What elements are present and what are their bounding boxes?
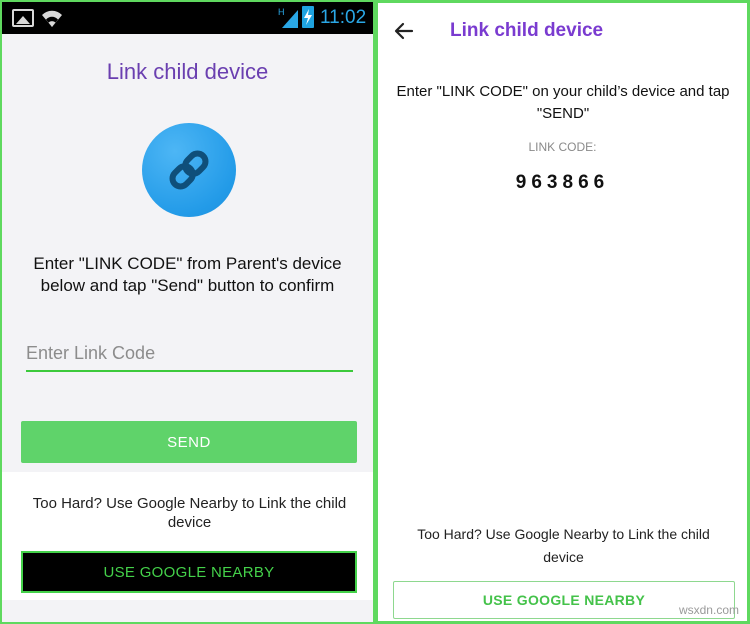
- bottom-strip: [2, 600, 373, 622]
- bottom-panel: Too Hard? Use Google Nearby to Link the …: [2, 472, 373, 622]
- page-title: Link child device: [106, 59, 269, 84]
- status-time: 11:02: [320, 7, 367, 28]
- watermark: wsxdn.com: [678, 603, 739, 617]
- right-phone-screen: Link child device Enter "LINK CODE" on y…: [375, 0, 750, 624]
- use-google-nearby-button[interactable]: USE GOOGLE NEARBY: [21, 551, 357, 593]
- link-code-label: LINK CODE:: [528, 140, 597, 154]
- send-button[interactable]: SEND: [21, 421, 357, 463]
- page-title: Link child device: [450, 20, 604, 41]
- instructions-text: Enter "LINK CODE" from Parent's device b…: [33, 254, 342, 295]
- image-icon: [12, 9, 34, 27]
- signal-icon: H: [278, 7, 298, 28]
- arrow-left-icon[interactable]: [392, 19, 416, 43]
- status-bar: H 11:02: [2, 2, 373, 34]
- link-icon: [169, 150, 209, 190]
- left-phone-screen: H 11:02 Link child device Enter "LINK CO…: [0, 0, 375, 624]
- google-nearby-hint: Too Hard? Use Google Nearby to Link the …: [32, 495, 347, 531]
- link-badge: [142, 123, 236, 217]
- wifi-icon: [42, 10, 62, 27]
- link-code-input[interactable]: [26, 336, 353, 372]
- battery-charging-icon: [302, 6, 314, 28]
- link-code-value: 963866: [515, 172, 610, 193]
- instructions-text: Enter "LINK CODE" on your child’s device…: [396, 83, 730, 122]
- svg-text:H: H: [278, 7, 285, 17]
- google-nearby-hint: Too Hard? Use Google Nearby to Link the …: [417, 526, 710, 565]
